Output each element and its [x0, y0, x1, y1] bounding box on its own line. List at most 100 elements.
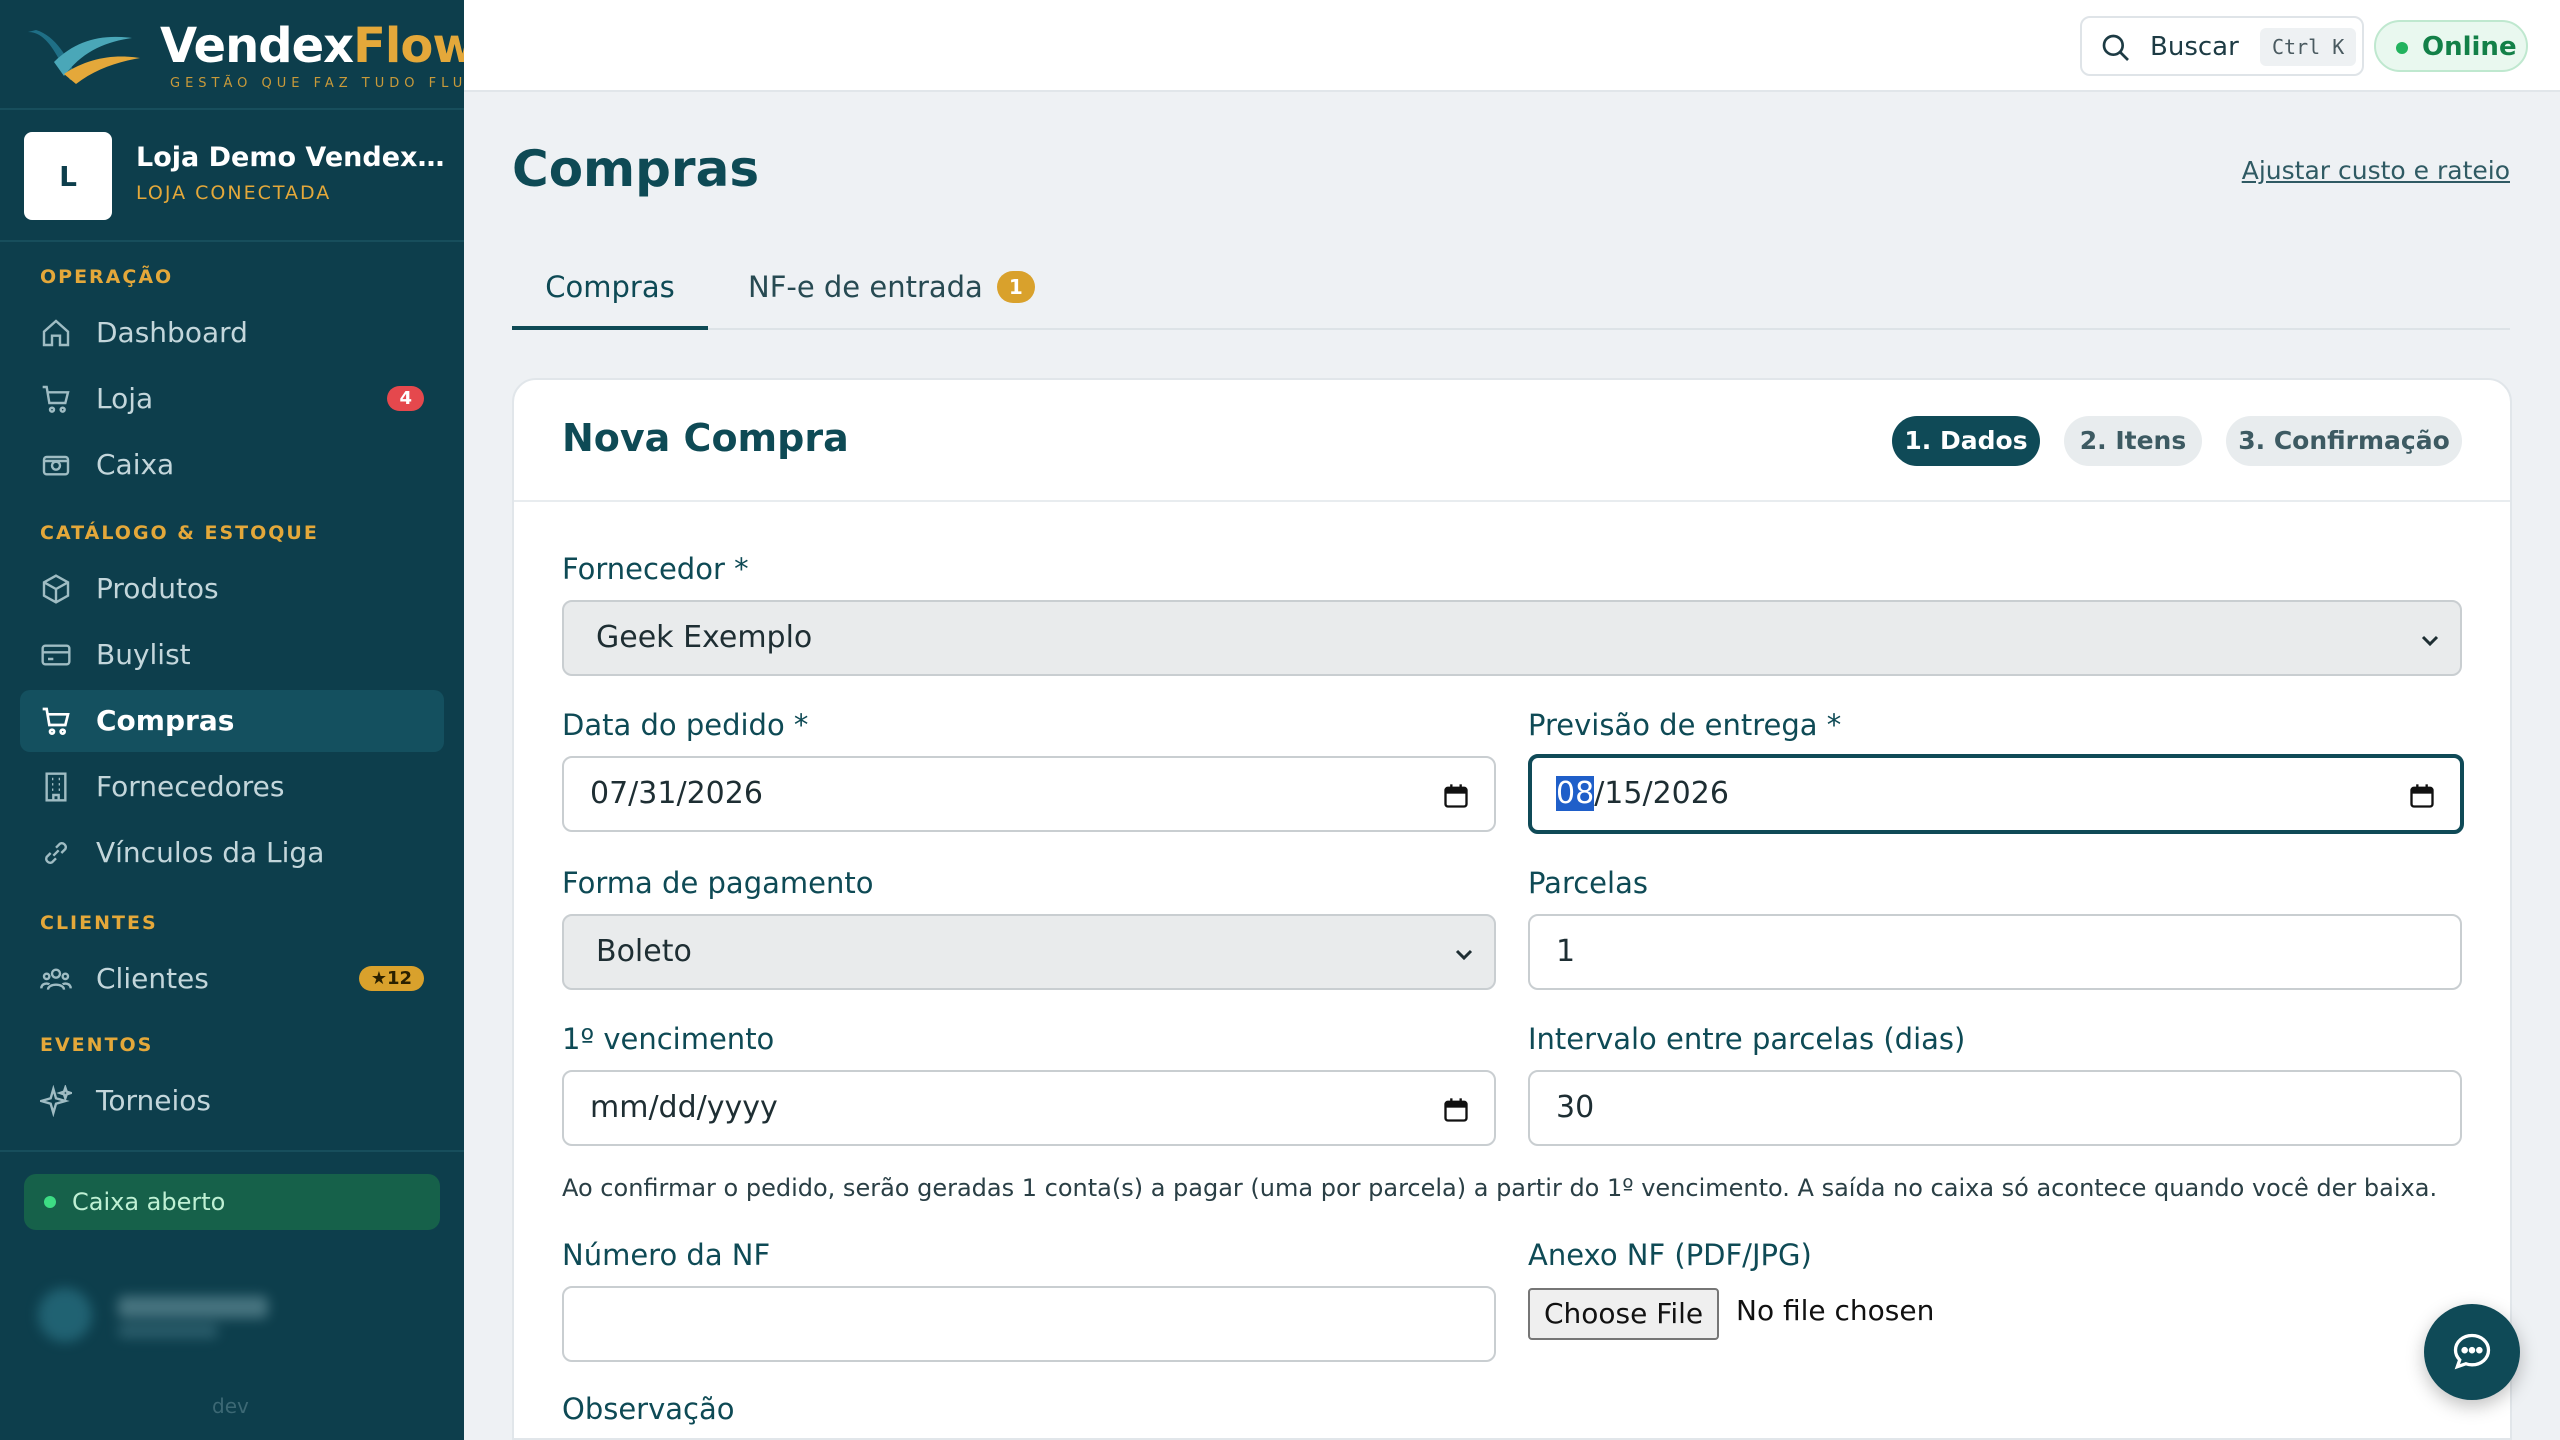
- previsao-label: Previsão de entrega *: [1528, 708, 1842, 742]
- parcelas-label: Parcelas: [1528, 866, 1648, 900]
- sidebar-item-label: Compras: [96, 704, 235, 737]
- top-bar: Buscar Ctrl K Online: [464, 0, 2560, 92]
- calendar-icon[interactable]: [2408, 782, 2436, 810]
- vencimento-label: 1º vencimento: [562, 1022, 775, 1056]
- box-icon: [42, 574, 70, 604]
- sidebar-item-buylist[interactable]: Buylist: [20, 624, 444, 686]
- store-status: LOJA CONECTADA: [136, 182, 332, 204]
- parcelas-value: 1: [1556, 934, 1576, 969]
- sidebar-divider: [0, 1150, 464, 1152]
- observacao-label: Observação: [562, 1392, 735, 1426]
- search-label: Buscar: [2150, 32, 2239, 62]
- calendar-icon[interactable]: [1442, 782, 1470, 810]
- tab-label: NF-e de entrada: [748, 270, 983, 304]
- user-role-redacted: [118, 1324, 218, 1338]
- file-status: No file chosen: [1736, 1294, 1935, 1327]
- loja-count-badge: 4: [387, 386, 424, 411]
- sidebar-item-loja[interactable]: Loja 4: [20, 368, 444, 430]
- brand-name: VendexFlow: [160, 18, 477, 74]
- calendar-icon[interactable]: [1442, 1096, 1470, 1124]
- numero-nf-input[interactable]: [562, 1286, 1496, 1362]
- sidebar-item-label: Fornecedores: [96, 770, 285, 803]
- vencimento-input[interactable]: mm/dd/yyyy: [562, 1070, 1496, 1146]
- sidebar: VendexFlow GESTÃO QUE FAZ TUDO FLUIR L L…: [0, 0, 485, 1440]
- avatar: [38, 1288, 92, 1342]
- sparkles-icon: [40, 1085, 72, 1117]
- link-icon: [45, 842, 67, 864]
- sidebar-divider: [0, 240, 464, 242]
- pagamento-select[interactable]: Boleto: [562, 914, 1496, 990]
- previsao-value: 08/15/2026: [1556, 776, 1729, 811]
- previsao-input[interactable]: 08/15/2026: [1528, 754, 2464, 834]
- intervalo-value: 30: [1556, 1090, 1595, 1125]
- sidebar-item-clientes[interactable]: Clientes ★12: [20, 948, 444, 1010]
- choose-file-button[interactable]: Choose File: [1528, 1288, 1720, 1340]
- online-status-label: Online: [2422, 32, 2517, 62]
- chat-button[interactable]: [2424, 1304, 2520, 1400]
- page-title: Compras: [512, 140, 760, 198]
- fornecedor-label: Fornecedor *: [562, 552, 749, 586]
- sidebar-item-caixa[interactable]: Caixa: [20, 434, 444, 496]
- step-itens[interactable]: 2. Itens: [2064, 416, 2202, 466]
- cash-status-badge[interactable]: Caixa aberto: [24, 1174, 440, 1230]
- data-pedido-input[interactable]: 07/31/2026: [562, 756, 1496, 832]
- card-title: Nova Compra: [562, 416, 849, 460]
- sidebar-item-torneios[interactable]: Torneios: [20, 1070, 444, 1132]
- fornecedor-value: Geek Exemplo: [596, 620, 813, 655]
- sidebar-item-dashboard[interactable]: Dashboard: [20, 302, 444, 364]
- user-name-redacted: [118, 1296, 268, 1318]
- parcelas-input[interactable]: 1: [1528, 914, 2462, 990]
- cash-register-icon: [42, 455, 70, 476]
- sidebar-item-label: Vínculos da Liga: [96, 836, 325, 869]
- search-button[interactable]: Buscar Ctrl K: [2080, 16, 2364, 76]
- sidebar-item-label: Buylist: [96, 638, 191, 671]
- intervalo-input[interactable]: 30: [1528, 1070, 2462, 1146]
- section-eventos: EVENTOS: [40, 1034, 154, 1056]
- chevron-down-icon: [1455, 949, 1473, 961]
- intervalo-label: Intervalo entre parcelas (dias): [1528, 1022, 1966, 1056]
- store-name: Loja Demo VendexFlow: [136, 142, 446, 173]
- cart-icon: [42, 385, 70, 413]
- brand-tagline: GESTÃO QUE FAZ TUDO FLUIR: [170, 76, 491, 91]
- step-dados[interactable]: 1. Dados: [1892, 416, 2040, 466]
- chevron-down-icon: [2421, 635, 2439, 647]
- sidebar-item-label: Produtos: [96, 572, 219, 605]
- tab-bar: Compras NF-e de entrada 1: [512, 250, 2510, 330]
- store-switcher[interactable]: L Loja Demo VendexFlow LOJA CONECTADA: [24, 132, 446, 220]
- user-profile[interactable]: [28, 1280, 388, 1350]
- tab-compras[interactable]: Compras: [512, 270, 708, 330]
- data-pedido-label: Data do pedido *: [562, 708, 809, 742]
- sidebar-item-fornecedores[interactable]: Fornecedores: [20, 756, 444, 818]
- tab-label: Compras: [545, 270, 675, 304]
- sidebar-item-vinculos[interactable]: Vínculos da Liga: [20, 822, 444, 884]
- sidebar-item-label: Clientes: [96, 962, 209, 995]
- status-dot-icon: [2396, 42, 2408, 54]
- adjust-cost-link[interactable]: Ajustar custo e rateio: [2242, 156, 2510, 185]
- anexo-nf-label: Anexo NF (PDF/JPG): [1528, 1238, 1812, 1272]
- clientes-badge: ★12: [358, 966, 424, 991]
- card-header: Nova Compra 1. Dados 2. Itens 3. Confirm…: [514, 380, 2510, 502]
- sidebar-item-label: Dashboard: [96, 316, 248, 349]
- online-status-badge: Online: [2374, 20, 2528, 72]
- status-dot-icon: [44, 1196, 56, 1208]
- store-avatar: L: [24, 132, 112, 220]
- environment-label: dev: [212, 1394, 249, 1418]
- section-clientes: CLIENTES: [40, 912, 158, 934]
- sidebar-item-compras[interactable]: Compras: [20, 690, 444, 752]
- nfe-count-badge: 1: [996, 271, 1035, 303]
- fornecedor-select[interactable]: Geek Exemplo: [562, 600, 2462, 676]
- chat-bubble-icon: [2453, 1333, 2491, 1370]
- new-purchase-card: Nova Compra 1. Dados 2. Itens 3. Confirm…: [512, 378, 2512, 1440]
- users-icon: [40, 968, 72, 991]
- brand-mark-icon: [28, 30, 140, 84]
- home-icon: [42, 319, 70, 347]
- tab-nfe-entrada[interactable]: NF-e de entrada 1: [748, 270, 1035, 330]
- brand-logo[interactable]: VendexFlow GESTÃO QUE FAZ TUDO FLUIR: [24, 14, 485, 96]
- sidebar-item-produtos[interactable]: Produtos: [20, 558, 444, 620]
- numero-nf-label: Número da NF: [562, 1238, 771, 1272]
- search-icon: [2102, 34, 2129, 61]
- step-confirmacao[interactable]: 3. Confirmação: [2226, 416, 2462, 466]
- section-catalogo: CATÁLOGO & ESTOQUE: [40, 522, 319, 544]
- sidebar-item-label: Torneios: [96, 1084, 211, 1117]
- building-icon: [45, 772, 67, 802]
